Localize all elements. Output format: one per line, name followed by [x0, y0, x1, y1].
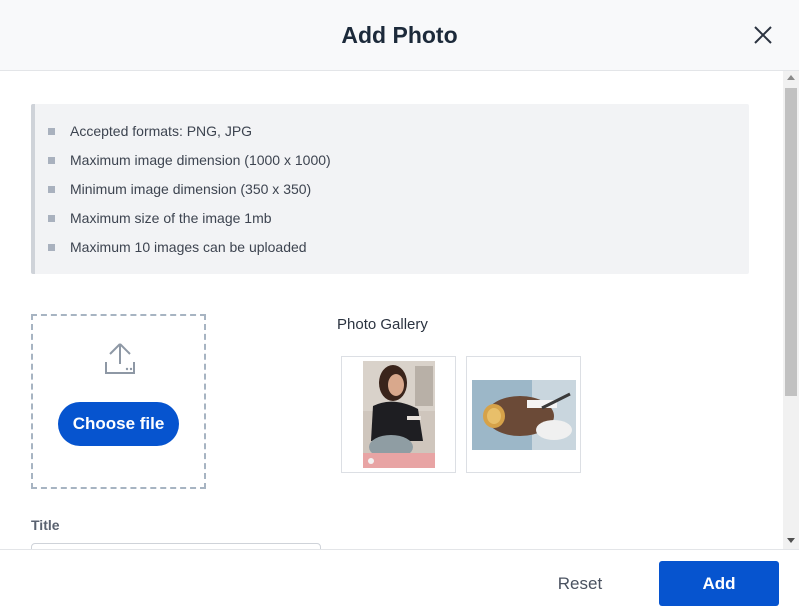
modal-footer: Reset Add — [0, 549, 799, 613]
scroll-down-icon[interactable] — [787, 538, 795, 543]
upload-dropzone[interactable]: Choose file — [31, 314, 206, 489]
bullet-icon — [48, 157, 55, 164]
upload-icon — [105, 343, 135, 374]
scrollbar[interactable] — [783, 71, 799, 549]
guideline-text: Maximum 10 images can be uploaded — [70, 239, 307, 255]
photo-thumbnail-icon — [363, 361, 435, 468]
modal-header: Add Photo — [0, 0, 799, 71]
add-button[interactable]: Add — [659, 561, 779, 606]
guideline-text: Minimum image dimension (350 x 350) — [70, 181, 312, 197]
guideline-item: Maximum size of the image 1mb — [48, 207, 331, 236]
close-icon — [754, 26, 772, 44]
choose-file-button[interactable]: Choose file — [58, 402, 179, 446]
photo-thumbnail-icon — [472, 380, 576, 450]
add-photo-modal: Add Photo Accepted formats: PNG, JPG Max… — [0, 0, 799, 613]
upload-guidelines: Accepted formats: PNG, JPG Maximum image… — [31, 104, 749, 274]
guideline-item: Maximum image dimension (1000 x 1000) — [48, 149, 331, 178]
gallery-photo-1[interactable] — [341, 356, 456, 473]
bullet-icon — [48, 128, 55, 135]
close-button[interactable] — [748, 20, 778, 50]
bullet-icon — [48, 186, 55, 193]
scroll-thumb[interactable] — [785, 88, 797, 396]
guideline-item: Accepted formats: PNG, JPG — [48, 120, 331, 149]
scroll-up-icon[interactable] — [787, 75, 795, 80]
guideline-text: Maximum image dimension (1000 x 1000) — [70, 152, 331, 168]
modal-title: Add Photo — [341, 22, 458, 48]
title-label: Title — [31, 517, 60, 533]
guideline-item: Minimum image dimension (350 x 350) — [48, 178, 331, 207]
bullet-icon — [48, 215, 55, 222]
guideline-text: Maximum size of the image 1mb — [70, 210, 272, 226]
reset-button[interactable]: Reset — [540, 562, 620, 606]
guideline-item: Maximum 10 images can be uploaded — [48, 236, 331, 265]
modal-body: Accepted formats: PNG, JPG Maximum image… — [0, 71, 783, 549]
guidelines-list: Accepted formats: PNG, JPG Maximum image… — [48, 120, 331, 265]
bullet-icon — [48, 244, 55, 251]
gallery-photo-2[interactable] — [466, 356, 581, 473]
gallery-title: Photo Gallery — [337, 316, 428, 333]
guideline-text: Accepted formats: PNG, JPG — [70, 123, 253, 139]
